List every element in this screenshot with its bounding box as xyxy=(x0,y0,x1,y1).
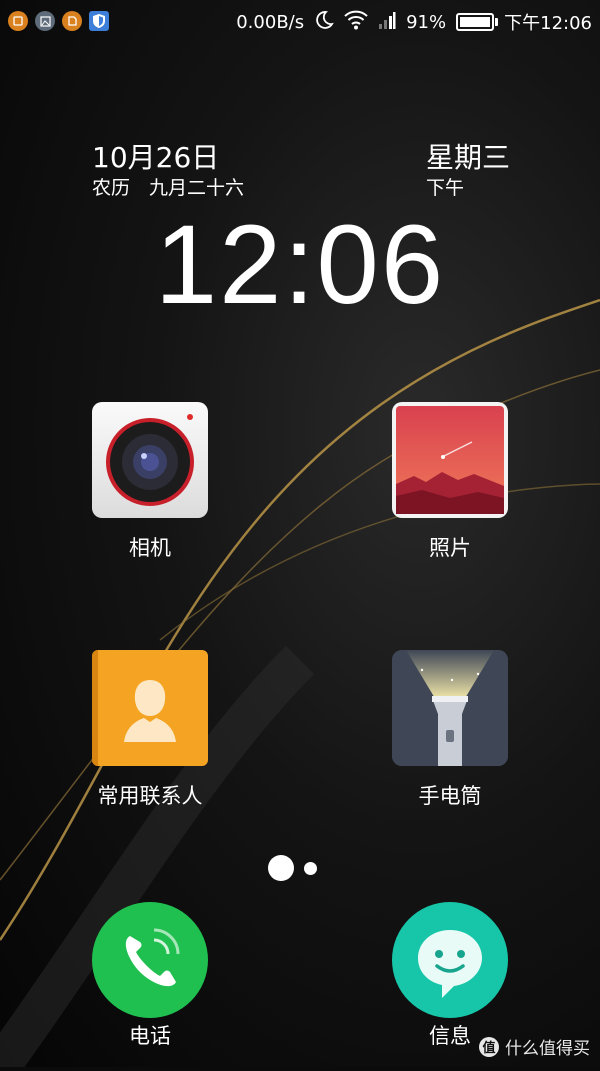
app-orange-icon xyxy=(8,11,28,31)
app-flashlight[interactable]: 手电筒 xyxy=(365,650,535,810)
page-indicator xyxy=(268,855,317,881)
signal-icon xyxy=(378,10,396,35)
app-label: 照片 xyxy=(429,536,471,560)
app-label: 手电筒 xyxy=(418,784,482,808)
battery-icon xyxy=(456,13,499,31)
watermark-text: 什么值得买 xyxy=(505,1039,590,1059)
battery-fill xyxy=(460,17,491,27)
weekday: 星期三 xyxy=(426,141,511,174)
watermark-badge: 值 xyxy=(479,1036,499,1057)
app-contacts[interactable]: 常用联系人 xyxy=(65,650,235,810)
page-dot[interactable] xyxy=(304,861,317,875)
app-camera[interactable]: 相机 xyxy=(65,402,235,562)
contacts-icon xyxy=(92,650,208,766)
camera-icon xyxy=(92,402,208,518)
net-speed: 0.00B/s xyxy=(236,11,305,33)
app-phone[interactable]: 电话 xyxy=(65,902,235,1050)
lunar-date: 农历 九月二十六 xyxy=(92,177,245,199)
lockscreen-date: 10月26日 xyxy=(92,141,220,174)
am-pm: 下午 xyxy=(426,177,465,199)
shield-icon xyxy=(89,11,109,31)
flashlight-icon xyxy=(392,650,508,766)
app-label: 相机 xyxy=(129,536,171,560)
app-label: 常用联系人 xyxy=(97,784,203,808)
watermark: 值 什么值得买 xyxy=(479,1034,590,1059)
app-orange-icon xyxy=(62,11,82,31)
big-clock: 12:06 xyxy=(154,202,446,327)
notification-icons xyxy=(8,11,109,31)
app-photos[interactable]: 照片 xyxy=(365,402,535,562)
moon-icon xyxy=(314,10,334,35)
battery-percent: 91% xyxy=(406,11,447,33)
status-time: 下午12:06 xyxy=(504,13,592,34)
wifi-icon xyxy=(344,10,368,35)
gallery-icon xyxy=(35,11,55,31)
photos-icon xyxy=(392,402,508,518)
page-dot-active[interactable] xyxy=(268,855,294,881)
app-messages[interactable]: 信息 xyxy=(365,902,535,1050)
phone-icon xyxy=(92,902,208,1018)
status-right: 0.00B/s 91% 下午12:06 xyxy=(236,8,592,36)
status-bar: 0.00B/s 91% 下午12:06 xyxy=(0,0,600,44)
message-icon xyxy=(392,902,508,1018)
app-label: 电话 xyxy=(129,1024,171,1048)
